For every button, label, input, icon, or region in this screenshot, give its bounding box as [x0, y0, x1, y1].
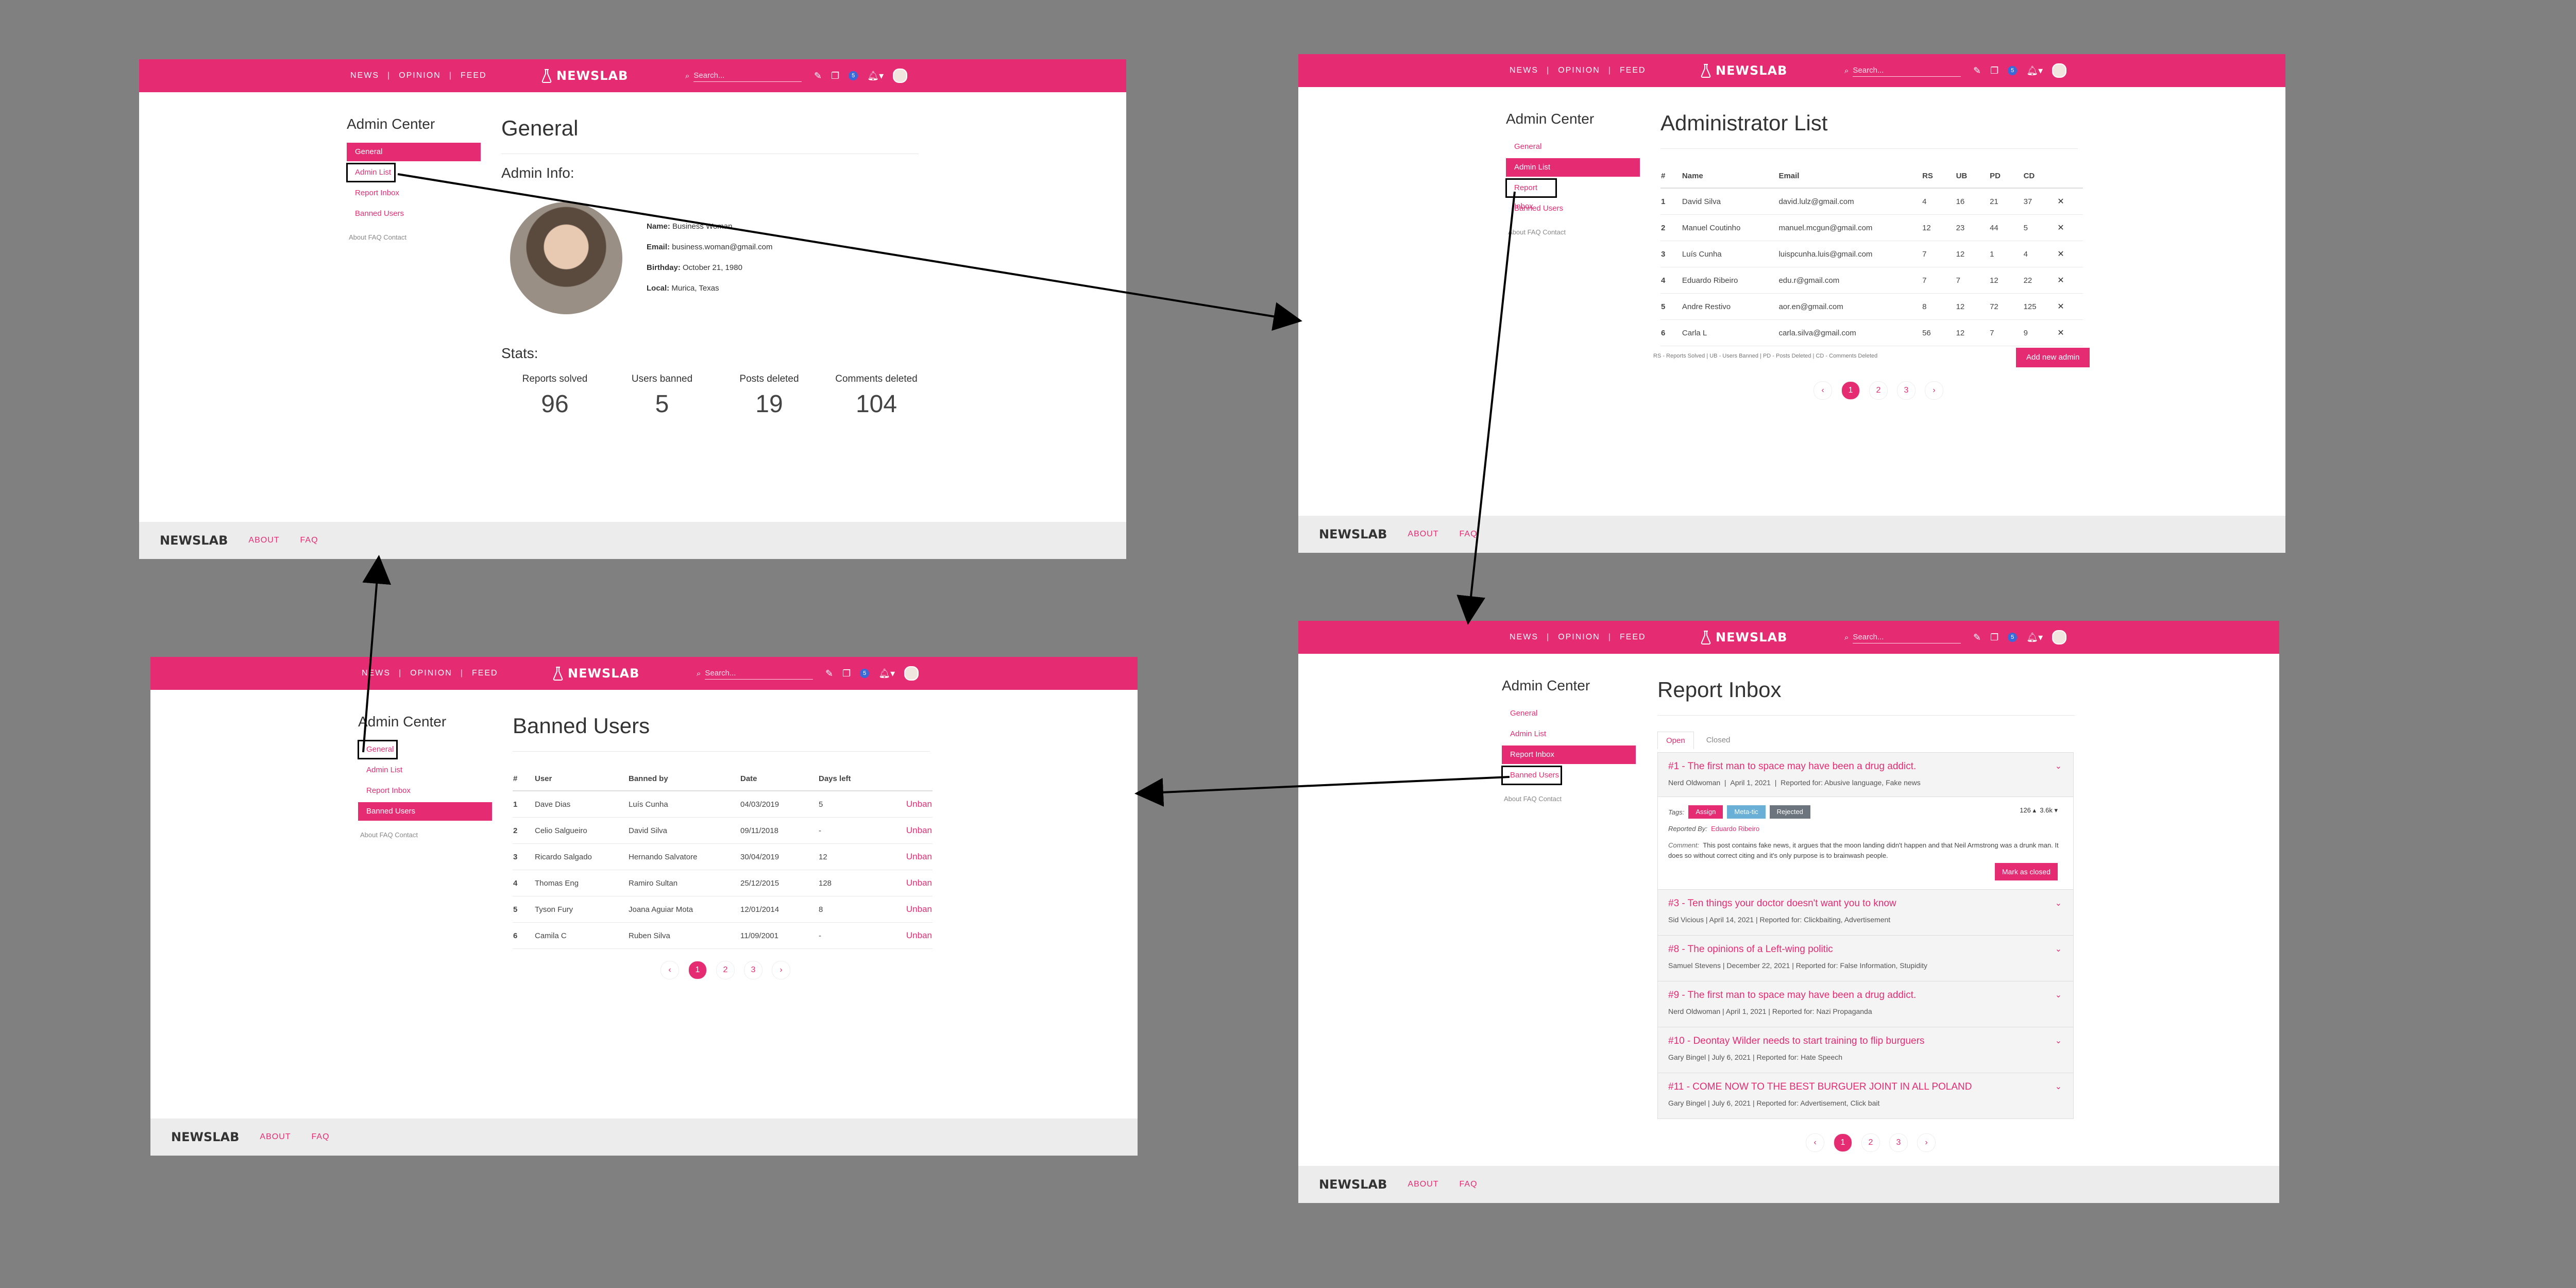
arrow-general-to-screen	[362, 555, 392, 753]
flow-arrows	[362, 173, 1516, 807]
arrow-admin-list-to-screen	[397, 173, 1302, 331]
arrow-report-inbox-to-screen	[1456, 191, 1516, 625]
arrow-banned-users-to-screen	[1134, 776, 1510, 807]
